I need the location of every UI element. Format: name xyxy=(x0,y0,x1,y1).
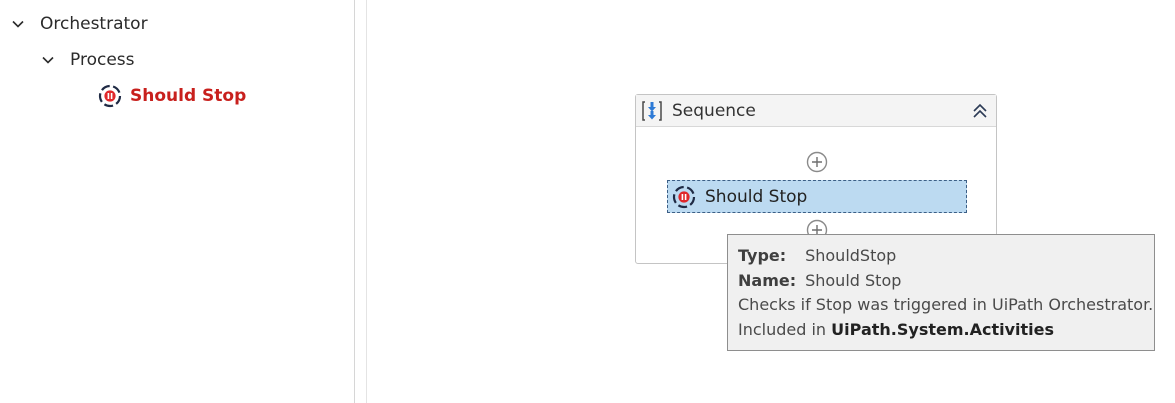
activities-tree-panel: Orchestrator Process Should Stop xyxy=(0,0,354,403)
tooltip-description: Checks if Stop was triggered in UiPath O… xyxy=(738,295,1154,314)
tooltip-name-row: Name: Should Stop xyxy=(738,269,1144,294)
tree-item-label: Process xyxy=(70,50,135,70)
tooltip-package-name: UiPath.System.Activities xyxy=(831,319,1055,339)
tooltip-name-value: Should Stop xyxy=(805,270,902,290)
tooltip-type-row: Type: ShouldStop xyxy=(738,244,1144,269)
should-stop-activity[interactable]: Should Stop xyxy=(667,180,967,213)
tree-item-process[interactable]: Process xyxy=(40,48,135,72)
tree-item-should-stop[interactable]: Should Stop xyxy=(97,84,246,108)
chevron-down-icon[interactable] xyxy=(10,16,26,32)
tooltip-name-key: Name: xyxy=(738,270,797,290)
sequence-title: Sequence xyxy=(672,100,756,121)
tree-item-label: Should Stop xyxy=(130,86,247,106)
tooltip-type-key: Type: xyxy=(738,246,787,265)
add-activity-above-button[interactable] xyxy=(806,151,828,173)
tree-item-label: Orchestrator xyxy=(40,14,148,34)
plus-circle-icon xyxy=(806,151,828,173)
should-stop-icon xyxy=(97,83,123,109)
activity-label: Should Stop xyxy=(705,186,808,207)
panel-splitter[interactable] xyxy=(354,0,367,403)
chevron-down-icon[interactable] xyxy=(40,52,56,68)
tooltip-package-row: Included in UiPath.System.Activities xyxy=(738,318,1144,343)
activity-tooltip: Type: ShouldStop Name: Should Stop Check… xyxy=(727,234,1155,351)
should-stop-icon xyxy=(671,184,697,210)
sequence-icon xyxy=(639,98,665,124)
double-chevron-up-icon[interactable] xyxy=(968,99,992,123)
tooltip-included-prefix: Included in xyxy=(738,319,827,339)
tooltip-type-value: ShouldStop xyxy=(805,246,897,265)
tree-item-orchestrator[interactable]: Orchestrator xyxy=(10,12,148,36)
sequence-header[interactable]: Sequence xyxy=(636,95,996,127)
